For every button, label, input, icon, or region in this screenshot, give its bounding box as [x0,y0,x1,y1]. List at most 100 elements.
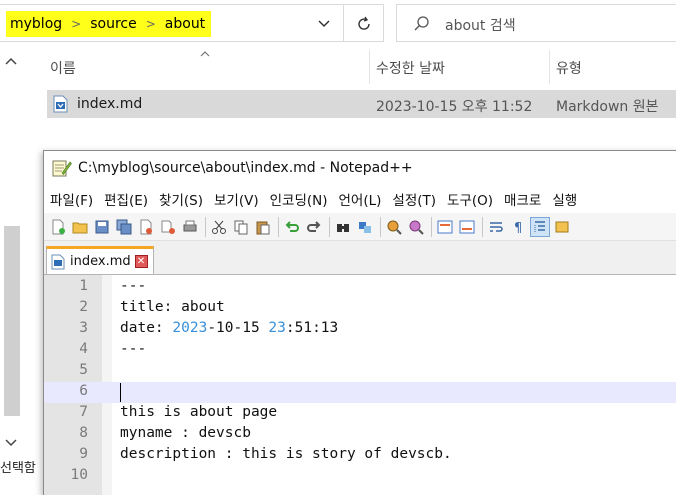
line-number: 5 [79,362,88,378]
search-input[interactable]: about 검색 [396,4,676,42]
column-divider[interactable] [369,50,370,84]
menu-macro[interactable]: 매크로 [504,189,541,209]
line-number: 1 [79,278,88,294]
time-rest: :51:13 [285,320,339,336]
line-text: --- [120,341,147,357]
file-name: index.md [77,96,143,112]
column-header-row: 이름 수정한 날짜 유형 [24,46,676,86]
editor-line[interactable]: 2 title: about [44,298,676,319]
refresh-icon[interactable] [350,11,378,37]
close-icon[interactable]: ✕ [134,255,148,268]
search-placeholder: about 검색 [445,18,516,34]
line-number: 4 [79,341,88,357]
redo-icon[interactable] [304,217,324,237]
editor-line[interactable]: 7 this is about page [44,403,676,424]
close-file-icon[interactable] [136,217,156,237]
editor-line[interactable]: 8 myname : devscb [44,424,676,445]
chevron-down-icon[interactable] [5,436,17,450]
time-hour: 23 [268,320,286,336]
column-date-modified[interactable]: 수정한 날짜 [376,58,445,78]
address-bar[interactable]: myblog > source > about [0,4,384,42]
file-row-index-md[interactable]: index.md 2023-10-15 오후 11:52 Markdown 원본 [47,90,676,118]
line-number: 6 [79,383,88,399]
open-folder-icon[interactable] [70,217,90,237]
editor-line[interactable]: 9 description : this is story of devscb. [44,445,676,466]
menu-run[interactable]: 실행 [552,189,577,209]
current-line[interactable]: 6 [44,382,676,403]
status-selected-label: 선택함 [0,461,36,476]
toolbar-separator [329,216,330,237]
line-text: this is about page [120,404,278,420]
menu-tools[interactable]: 도구(O) [447,189,493,209]
zoom-out-icon[interactable] [406,217,426,237]
date-key: date: [120,320,173,336]
menu-edit[interactable]: 편집(E) [104,189,148,209]
cut-icon[interactable] [209,217,229,237]
line-number: 9 [79,446,88,462]
paste-icon[interactable] [253,217,273,237]
editor-line[interactable]: 5 [44,361,676,382]
editor-line[interactable]: 1 --- [44,277,676,298]
line-number: 10 [70,467,88,483]
tab-index-md[interactable]: index.md ✕ [46,246,154,274]
doc-map-icon[interactable] [552,217,572,237]
sync-horizontal-icon[interactable] [457,217,477,237]
window-title: C:\myblog\source\about\index.md - Notepa… [78,160,413,176]
window-title-bar[interactable]: C:\myblog\source\about\index.md - Notepa… [44,151,676,185]
editor-line[interactable]: 10 [44,466,676,487]
navigation-pane: 선택함 [0,46,36,495]
toolbar-separator [205,216,206,237]
replace-icon[interactable] [355,217,375,237]
menu-view[interactable]: 보기(V) [214,189,259,209]
menu-encoding[interactable]: 인코딩(N) [270,189,328,209]
scrollbar-thumb[interactable] [4,226,20,416]
editor-line[interactable]: 3 date: 2023-10-15 23:51:13 [44,319,676,340]
word-wrap-icon[interactable] [486,217,506,237]
line-text: title: about [120,299,225,315]
editor-area[interactable]: 1 --- 2 title: about 3 date: 2023-10-15 … [44,274,676,495]
column-name[interactable]: 이름 [50,58,76,78]
indent-guide-icon[interactable] [530,216,550,237]
show-all-chars-icon[interactable]: ¶ [508,217,528,237]
menu-settings[interactable]: 설정(T) [392,189,436,209]
tab-bar: index.md ✕ [44,242,676,274]
copy-icon[interactable] [231,217,251,237]
breadcrumb-about[interactable]: about [165,16,205,32]
new-file-icon[interactable] [48,217,68,237]
print-icon[interactable] [180,217,200,237]
file-modified-date: 2023-10-15 오후 11:52 [376,99,533,115]
notepad-app-icon [52,159,72,177]
breadcrumb-myblog[interactable]: myblog [10,16,62,32]
menu-language[interactable]: 언어(L) [339,189,382,209]
column-divider[interactable] [549,50,550,84]
editor-line[interactable]: 4 --- [44,340,676,361]
undo-icon[interactable] [282,217,302,237]
zoom-in-icon[interactable] [384,217,404,237]
date-year: 2023 [172,320,208,336]
line-text-date: date: 2023-10-15 23:51:13 [120,320,338,336]
toolbar-separator [380,216,381,237]
chevron-down-icon[interactable] [312,13,336,35]
address-bar-area: myblog > source > about about 검색 [0,0,676,46]
file-type: Markdown 원본 [556,99,659,115]
line-number: 8 [79,425,88,441]
divider [343,5,344,41]
chevron-up-icon[interactable] [5,54,17,68]
text-caret [120,383,121,402]
file-tab-icon [51,254,65,270]
line-number: 3 [79,320,88,336]
close-all-icon[interactable] [158,217,178,237]
notepad-plus-plus-window: C:\myblog\source\about\index.md - Notepa… [43,150,676,495]
sync-vertical-icon[interactable] [435,217,455,237]
menu-search[interactable]: 찾기(S) [159,189,203,209]
save-all-icon[interactable] [114,217,134,237]
line-text: description : this is story of devscb. [120,446,452,462]
menu-file[interactable]: 파일(F) [50,189,93,209]
save-icon[interactable] [92,217,112,237]
breadcrumb-source[interactable]: source [90,16,137,32]
find-icon[interactable] [333,217,353,237]
chevron-right-icon: > [145,17,156,31]
line-text: --- [120,278,147,294]
markdown-file-icon [53,95,68,113]
column-type[interactable]: 유형 [556,58,582,78]
